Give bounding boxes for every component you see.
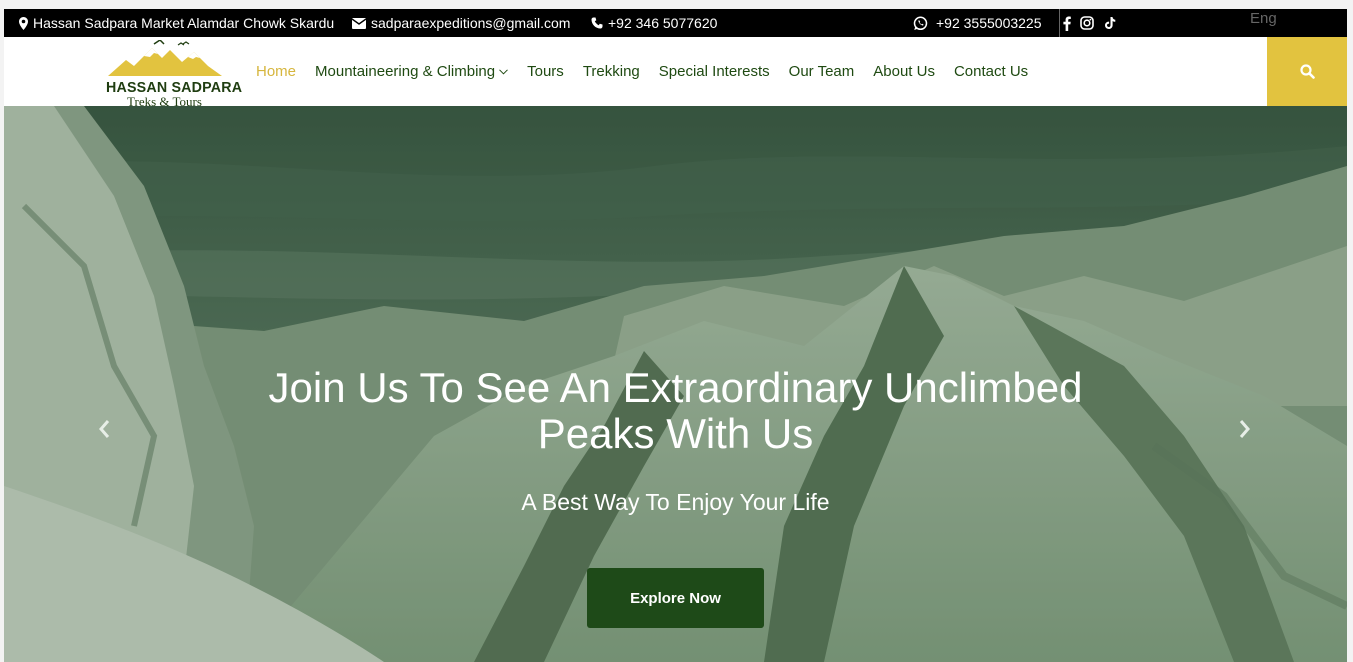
nav-item-home[interactable]: Home [256, 63, 296, 80]
address-item: Hassan Sadpara Market Alamdar Chowk Skar… [19, 9, 334, 37]
language-selector[interactable]: Eng [1250, 10, 1277, 27]
nav-item-about-us[interactable]: About Us [873, 63, 935, 80]
nav-item-label: Mountaineering & Climbing [315, 63, 496, 80]
nav-item-mountaineering[interactable]: Mountaineering & Climbing [315, 63, 508, 80]
slider-prev-arrow[interactable] [97, 418, 111, 444]
nav-item-label: Special Interests [658, 63, 770, 80]
map-pin-icon [19, 16, 28, 30]
slider-next-arrow[interactable] [1238, 418, 1252, 444]
search-button[interactable] [1267, 37, 1347, 106]
search-icon [1299, 64, 1315, 79]
hero-slider: Join Us To See An Extraordinary Unclimbe… [4, 106, 1347, 662]
nav-item-label: About Us [873, 63, 935, 80]
main-navbar: HASSAN SADPARA Treks & Tours Home Mounta… [4, 37, 1347, 109]
address-text: Hassan Sadpara Market Alamdar Chowk Skar… [33, 15, 335, 31]
phone-icon [591, 17, 603, 29]
browser-viewport: Hassan Sadpara Market Alamdar Chowk Skar… [4, 9, 1347, 662]
hero-headline: Join Us To See An Extraordinary Unclimbe… [4, 365, 1347, 457]
nav-item-trekking[interactable]: Trekking [583, 63, 640, 80]
mountain-logo-icon [108, 40, 222, 76]
hero-subheadline: A Best Way To Enjoy Your Life [521, 489, 830, 515]
nav-item-label: Tours [527, 63, 564, 80]
nav-item-our-team[interactable]: Our Team [789, 63, 855, 80]
chevron-left-icon [99, 420, 110, 438]
hero-headline-line-1: Join Us To See An Extraordinary Unclimbe… [268, 364, 1083, 411]
chevron-down-icon [499, 68, 508, 75]
email-link[interactable]: sadparaexpeditions@gmail.com [371, 15, 570, 31]
explore-now-button[interactable]: Explore Now [587, 568, 764, 628]
nav-item-label: Trekking [582, 63, 640, 80]
nav-item-contact-us[interactable]: Contact Us [954, 63, 1028, 80]
nav-item-label: Contact Us [953, 63, 1029, 80]
primary-menu: Home Mountaineering & Climbing Tours Tre… [256, 37, 1028, 106]
envelope-icon [352, 17, 366, 29]
instagram-icon[interactable] [1080, 16, 1094, 30]
hero-headline-line-2: Peaks With Us [537, 410, 814, 457]
social-links [1063, 9, 1117, 37]
facebook-icon[interactable] [1063, 16, 1071, 31]
nav-item-label: Home [256, 63, 297, 80]
phone-link[interactable]: +92 346 5077620 [608, 15, 717, 31]
whatsapp-item[interactable]: +92 3555003225 [913, 9, 1042, 37]
phone-item[interactable]: +92 346 5077620 [591, 9, 717, 37]
site-logo[interactable]: HASSAN SADPARA Treks & Tours [104, 40, 242, 109]
nav-item-tours[interactable]: Tours [527, 63, 564, 80]
nav-item-label: Our Team [788, 63, 855, 80]
whatsapp-icon [913, 16, 928, 30]
tiktok-icon[interactable] [1103, 16, 1117, 30]
chevron-right-icon [1239, 420, 1250, 438]
email-item[interactable]: sadparaexpeditions@gmail.com [352, 9, 570, 37]
topbar-divider [1059, 9, 1060, 37]
nav-item-special-interests[interactable]: Special Interests [659, 63, 770, 80]
top-contact-bar: Hassan Sadpara Market Alamdar Chowk Skar… [4, 9, 1347, 37]
whatsapp-number[interactable]: +92 3555003225 [936, 15, 1042, 31]
